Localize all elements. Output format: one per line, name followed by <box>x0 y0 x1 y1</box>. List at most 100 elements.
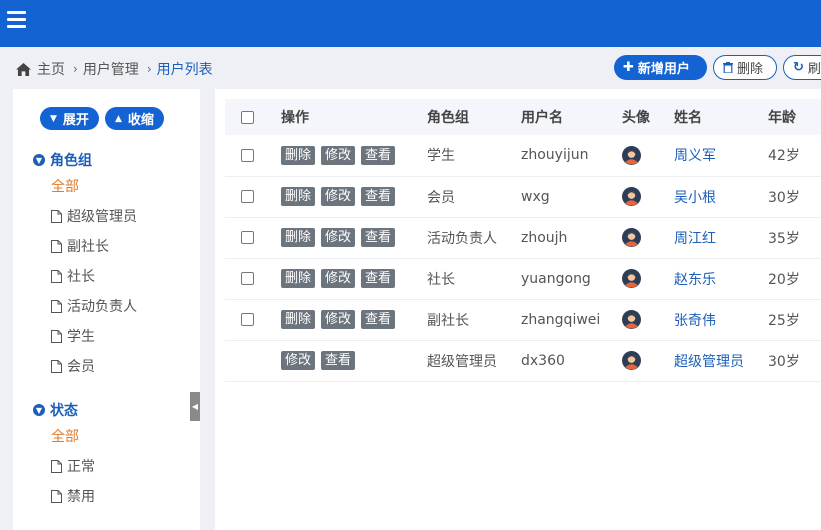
cell-role: 学生 <box>427 148 455 165</box>
breadcrumb-separator: › <box>73 62 78 76</box>
row-view-button[interactable]: 查看 <box>361 228 396 247</box>
row-checkbox[interactable] <box>241 272 254 285</box>
tree-item-normal[interactable]: 正常 <box>33 451 95 481</box>
row-edit-button[interactable]: 修改 <box>321 269 356 288</box>
column-header-username[interactable]: 用户名 <box>521 99 622 135</box>
tree-group-label: 角色组 <box>50 153 92 169</box>
cell-age: 42岁 <box>768 148 800 165</box>
column-header-actions: 操作 <box>281 110 309 126</box>
row-view-button[interactable]: 查看 <box>361 145 396 165</box>
row-delete-button[interactable]: 删除 <box>281 310 316 329</box>
tree-item-president[interactable]: 社长 <box>33 261 137 291</box>
breadcrumb-user-management[interactable]: 用户管理 <box>83 59 139 79</box>
tree-item-vice-president[interactable]: 副社长 <box>33 231 137 261</box>
tree-item-student[interactable]: 学生 <box>33 321 137 351</box>
file-icon <box>51 489 62 503</box>
refresh-icon: ↻ <box>793 60 804 75</box>
collapse-button[interactable]: ▲ 收缩 <box>104 107 164 130</box>
cell-name-link[interactable]: 周义军 <box>674 148 716 164</box>
user-avatar-icon <box>622 145 641 165</box>
row-edit-button[interactable]: 修改 <box>281 351 316 370</box>
row-edit-button[interactable]: 修改 <box>321 145 356 165</box>
breadcrumb-home[interactable]: 主页 <box>37 59 65 79</box>
tree-item-status-all[interactable]: 全部 <box>33 421 95 451</box>
row-delete-button[interactable]: 删除 <box>281 269 316 288</box>
breadcrumb-user-list[interactable]: 用户列表 <box>157 59 213 79</box>
table-row: 删除 修改 查看 活动负责人 zhoujh 周江红 35岁 <box>225 217 821 258</box>
table-row: 删除 修改 查看 学生 zhouyijun 周义军 42岁 <box>225 135 821 176</box>
cell-role: 超级管理员 <box>427 353 497 370</box>
cell-username: yuangong <box>521 270 591 287</box>
caret-down-icon: ▼ <box>50 113 57 124</box>
row-checkbox[interactable] <box>241 190 254 203</box>
add-user-button[interactable]: ✚ 新增用户 <box>614 55 707 80</box>
select-all-checkbox[interactable] <box>241 110 254 124</box>
table-row: 删除 修改 查看 副社长 zhangqiwei 张奇伟 25岁 <box>225 299 821 340</box>
user-avatar-icon <box>622 310 641 329</box>
collapse-label: 收缩 <box>127 113 154 128</box>
tree-item-member[interactable]: 会员 <box>33 351 137 381</box>
row-checkbox[interactable] <box>241 313 254 326</box>
tree-group-role[interactable]: ▼ 角色组 <box>33 149 137 171</box>
chevron-down-icon: ▼ <box>33 404 45 416</box>
cell-username: wxg <box>521 188 550 205</box>
hamburger-menu-icon[interactable] <box>7 11 26 28</box>
refresh-button[interactable]: ↻ 刷新 <box>783 55 821 80</box>
user-avatar-icon <box>622 269 641 288</box>
table-header-row: 操作 角色组 用户名 头像 姓名 年龄 <box>225 99 821 135</box>
tree-item-label: 全部 <box>51 179 79 195</box>
plus-icon: ✚ <box>623 60 634 75</box>
tree-item-disabled[interactable]: 禁用 <box>33 481 95 511</box>
row-view-button[interactable]: 查看 <box>361 310 396 329</box>
chevron-left-icon: ◀ <box>191 402 199 411</box>
breadcrumb-bar: 主页 › 用户管理 › 用户列表 ✚ 新增用户 删除 ↻ 刷新 <box>0 47 821 89</box>
row-view-button[interactable]: 查看 <box>321 351 356 370</box>
tree-item-label: 社长 <box>67 269 95 285</box>
tree-item-super-admin[interactable]: 超级管理员 <box>33 201 137 231</box>
user-table-panel: 操作 角色组 用户名 头像 姓名 年龄 删除 修改 查看 学生 zhouyijun <box>215 89 821 530</box>
tree-group-status[interactable]: ▼ 状态 <box>33 399 95 421</box>
cell-name-link[interactable]: 赵东乐 <box>674 272 716 288</box>
cell-name-link[interactable]: 张奇伟 <box>674 313 716 329</box>
row-checkbox[interactable] <box>241 148 254 162</box>
cell-name-link[interactable]: 吴小根 <box>674 190 716 206</box>
user-avatar-icon <box>622 351 641 370</box>
row-edit-button[interactable]: 修改 <box>321 187 356 206</box>
tree-item-label: 禁用 <box>67 489 95 505</box>
status-group-tree: ▼ 状态 全部 正常 禁用 <box>33 399 95 511</box>
tree-item-activity-lead[interactable]: 活动负责人 <box>33 291 137 321</box>
cell-name-link[interactable]: 周江红 <box>674 231 716 247</box>
row-delete-button[interactable]: 删除 <box>281 228 316 247</box>
add-user-label: 新增用户 <box>637 62 690 77</box>
user-avatar-icon <box>622 187 641 206</box>
tree-item-all[interactable]: 全部 <box>33 171 137 201</box>
user-table: 操作 角色组 用户名 头像 姓名 年龄 删除 修改 查看 学生 zhouyijun <box>225 99 821 382</box>
row-view-button[interactable]: 查看 <box>361 187 396 206</box>
delete-button[interactable]: 删除 <box>713 55 777 80</box>
row-checkbox[interactable] <box>241 231 254 244</box>
file-icon <box>51 329 62 343</box>
column-header-role[interactable]: 角色组 <box>427 99 521 135</box>
row-delete-button[interactable]: 删除 <box>281 187 316 206</box>
column-header-name[interactable]: 姓名 <box>674 99 768 135</box>
expand-button[interactable]: ▼ 展开 <box>40 107 99 130</box>
table-row: 删除 修改 查看 社长 yuangong 赵东乐 20岁 <box>225 258 821 299</box>
sidebar-collapse-handle[interactable]: ◀ <box>190 392 200 421</box>
row-delete-button[interactable]: 删除 <box>281 145 316 165</box>
row-edit-button[interactable]: 修改 <box>321 310 356 329</box>
filter-sidebar: ▼ 展开 ▲ 收缩 ▼ 角色组 全部 超级管理员 副社长 社长 活动负责人 学生… <box>13 89 200 530</box>
column-header-avatar: 头像 <box>622 110 650 126</box>
cell-name-link[interactable]: 超级管理员 <box>674 354 744 370</box>
delete-label: 删除 <box>737 62 764 77</box>
caret-up-icon: ▲ <box>114 113 122 124</box>
tree-item-label: 副社长 <box>67 239 109 255</box>
cell-age: 30岁 <box>768 189 800 206</box>
row-view-button[interactable]: 查看 <box>361 269 396 288</box>
column-header-age[interactable]: 年龄 <box>768 99 821 135</box>
expand-label: 展开 <box>62 113 89 128</box>
file-icon <box>51 269 62 283</box>
breadcrumb-separator: › <box>146 62 152 76</box>
row-edit-button[interactable]: 修改 <box>321 228 356 247</box>
tree-item-label: 学生 <box>67 329 95 345</box>
file-icon <box>51 299 62 313</box>
